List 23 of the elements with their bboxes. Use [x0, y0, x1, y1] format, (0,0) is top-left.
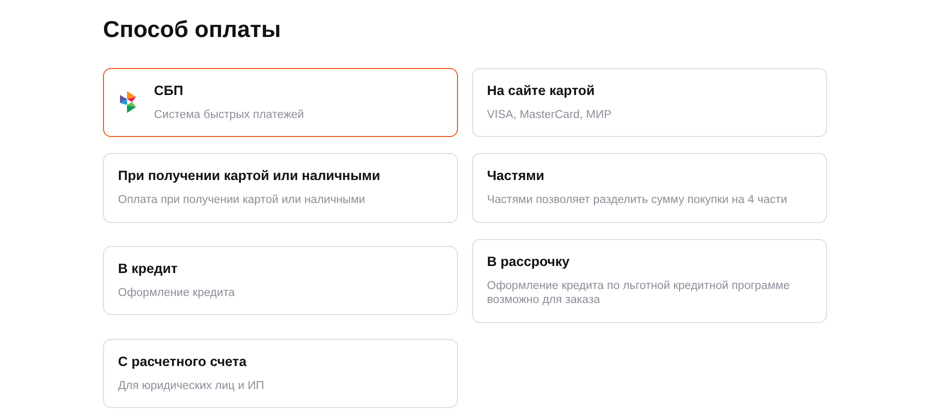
option-title: В рассрочку [487, 254, 570, 270]
option-title: В кредит [118, 260, 178, 278]
payment-option-card[interactable]: В кредит Оформление кредита [103, 246, 458, 316]
payment-option-card[interactable]: С расчетного счета Для юридических лиц и ИП [103, 338, 458, 408]
option-title: СБП [154, 82, 184, 99]
option-description: Оформление кредита по льготной кредитной программе возможно для заказа [487, 278, 791, 308]
payment-option-card[interactable]: Частями Частями позволяет разделить сумму покупки на 4 части [472, 153, 827, 223]
payment-option-card[interactable]: На сайте картой VISA, MasterCard, МИР [472, 68, 827, 138]
option-description: VISA, MasterCard, МИР [487, 108, 612, 122]
option-title: На сайте картой [487, 82, 595, 99]
payment-option-card[interactable]: СБП Система быстрых платежей [103, 68, 458, 138]
option-description: Частями позволяет разделить сумму покупки на 4 части [487, 193, 788, 208]
option-description: Оплата при получении картой или наличными [118, 193, 366, 208]
option-description: Для юридических лиц и ИП [118, 378, 264, 394]
payment-option-card[interactable]: В рассрочку Оформление кредита по льготной кредитной программе возможно для заказа [472, 238, 827, 323]
option-description: Система быстрых платежей [154, 108, 304, 122]
section-title: Способ оплаты [103, 16, 282, 44]
option-description: Оформление кредита [118, 286, 235, 300]
payment-option-card[interactable]: При получении картой или наличными Оплата при получении картой или наличными [103, 153, 458, 223]
option-title: При получении картой или наличными [118, 168, 380, 184]
option-title: С расчетного счета [118, 354, 246, 370]
sbp-logo-icon [118, 91, 138, 114]
option-title: Частями [487, 168, 544, 184]
